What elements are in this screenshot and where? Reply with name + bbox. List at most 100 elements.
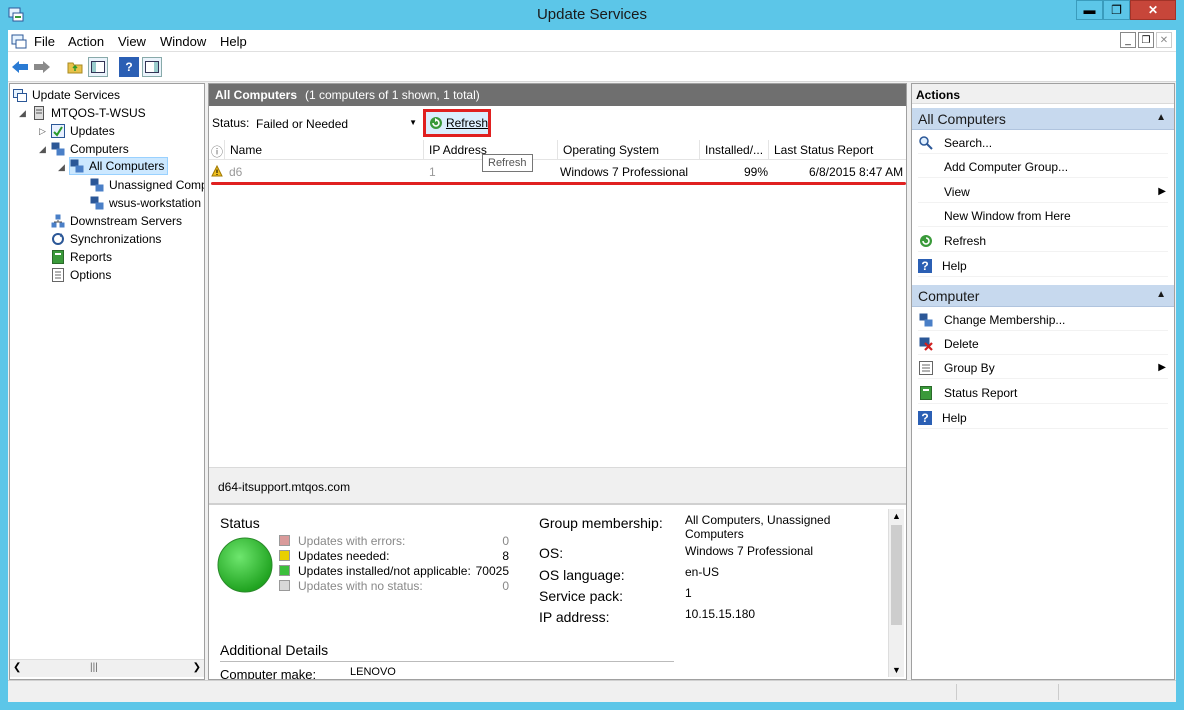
computer-make-value: LENOVO [350,666,396,678]
action-label: Help [942,410,967,425]
collapse-arrow-icon[interactable]: ◢ [58,162,65,173]
os-language-value: en-US [685,565,720,579]
pane-header: All Computers (1 computers of 1 shown, 1… [209,84,906,106]
tree-item-wsus-workstation[interactable]: wsus-workstation [90,194,201,212]
computers-icon [51,142,65,156]
tree-item-update-services[interactable]: Update Services [13,86,120,104]
column-header-os[interactable]: Operating System [558,140,700,160]
synchronizations-icon [52,233,64,245]
tree-item-unassigned[interactable]: Unassigned Comp [90,176,204,194]
scroll-down-icon[interactable]: ▼ [892,665,901,675]
action-change-membership[interactable]: Change Membership... [918,309,1168,331]
status-bar [8,680,1176,702]
action-new-window[interactable]: New Window from Here [918,205,1168,227]
expand-arrow-icon[interactable]: ▷ [39,126,46,137]
column-header-installed[interactable]: Installed/... [700,140,769,160]
refresh-tooltip: Refresh [482,154,533,172]
actions-section-computer[interactable]: Computer ▲ [912,285,1174,307]
os-label: OS: [539,545,564,561]
minimize-button[interactable]: ▬ [1076,0,1103,20]
options-icon [52,268,64,282]
forward-arrow-icon[interactable] [32,57,52,77]
tree-label: Updates [70,124,115,138]
action-label: Status Report [944,385,1018,400]
delete-icon [918,336,934,352]
collapse-arrow-icon[interactable]: ◢ [19,108,26,119]
tree-item-synchronizations[interactable]: Synchronizations [51,230,161,248]
legend-label: Updates with errors: [298,533,406,548]
tree-item-downstream[interactable]: Downstream Servers [51,212,182,230]
console-icon[interactable] [11,33,27,49]
menu-help[interactable]: Help [220,34,247,49]
tree-item-server[interactable]: MTQOS-T-WSUS [32,104,146,122]
tree-item-all-computers[interactable]: All Computers [69,157,169,175]
update-services-icon [13,89,27,102]
menu-file[interactable]: File [34,34,55,49]
mdi-close-button[interactable]: ✕ [1156,32,1172,48]
scroll-left-icon[interactable]: ❮ [13,662,21,673]
action-status-report[interactable]: Status Report [918,382,1168,404]
collapse-arrow-icon[interactable]: ◢ [39,144,46,155]
help-icon: ? [918,410,932,425]
menu-view[interactable]: View [118,34,146,49]
tree-item-reports[interactable]: Reports [51,248,112,266]
legend-value: 0 [502,579,509,593]
legend-no-status: Updates with no status: [279,578,423,593]
close-button[interactable]: ✕ [1130,0,1176,20]
submenu-arrow-icon: ▶ [1158,362,1166,373]
tree-item-computers[interactable]: Computers [51,140,129,158]
actions-pane: Actions All Computers ▲ Search... Add Co… [911,83,1175,680]
show-hide-action-pane-icon[interactable] [142,57,162,77]
action-label: Group By [944,360,995,375]
mdi-restore-button[interactable]: ❐ [1138,32,1154,48]
group-membership-value: All Computers, Unassigned Computers [685,513,831,541]
column-header-name[interactable]: Name [225,140,424,160]
action-help[interactable]: ? Help [918,255,1168,277]
show-hide-tree-icon[interactable] [88,57,108,77]
back-arrow-icon[interactable] [10,57,30,77]
up-folder-icon[interactable] [65,57,85,77]
column-header-last-status[interactable]: Last Status Report [769,140,906,160]
help-icon[interactable]: ? [119,57,139,77]
grid-header: ⓘ Name IP Address Operating System Insta… [209,140,906,160]
action-search[interactable]: Search... [918,132,1168,154]
mdi-minimize-button[interactable]: _ [1120,32,1136,48]
tree-label: Downstream Servers [70,214,183,228]
additional-details-title: Additional Details [220,642,329,658]
actions-section-all-computers[interactable]: All Computers ▲ [912,108,1174,130]
action-label: Delete [944,336,979,351]
collapse-caret-icon[interactable]: ▲ [1156,112,1166,123]
action-group-by[interactable]: Group By ▶ [918,357,1168,379]
action-help-computer[interactable]: ? Help [918,407,1168,429]
status-filter-select[interactable]: Failed or Needed ▼ [251,113,421,134]
info-column-header[interactable]: ⓘ [209,140,225,160]
action-refresh[interactable]: Refresh [918,230,1168,252]
blank-icon [918,159,934,175]
tree-item-updates[interactable]: Updates [51,122,115,140]
scroll-thumb[interactable] [891,525,902,625]
legend-installed: Updates installed/not applicable: [279,563,471,578]
collapse-caret-icon[interactable]: ▲ [1156,289,1166,300]
menu-window[interactable]: Window [160,34,206,49]
help-icon: ? [918,258,932,273]
action-view[interactable]: View ▶ [918,181,1168,203]
group-membership-label: Group membership: [539,515,663,531]
tree-label: Computers [70,142,129,156]
computer-group-icon [90,178,104,192]
tree-horizontal-scrollbar[interactable]: ❮ ||| ❯ [10,659,204,677]
tree-label: Update Services [32,88,121,102]
refresh-button[interactable]: Refresh [423,109,491,137]
blank-icon [918,184,934,200]
maximize-button[interactable]: ❐ [1103,0,1130,20]
refresh-icon [429,117,442,129]
action-add-computer-group[interactable]: Add Computer Group... [918,156,1168,178]
scroll-up-icon[interactable]: ▲ [892,511,901,521]
scroll-thumb[interactable]: ||| [90,662,98,673]
action-delete[interactable]: Delete [918,333,1168,355]
title-bar[interactable]: Update Services ▬ ❐ ✕ [0,0,1184,30]
detail-vertical-scrollbar[interactable]: ▲ ▼ [888,509,904,677]
menu-action[interactable]: Action [68,34,104,49]
scroll-right-icon[interactable]: ❯ [193,662,201,673]
table-row[interactable]: d6 1 Windows 7 Professional 99% 6/8/2015… [209,162,906,182]
tree-item-options[interactable]: Options [51,266,111,284]
